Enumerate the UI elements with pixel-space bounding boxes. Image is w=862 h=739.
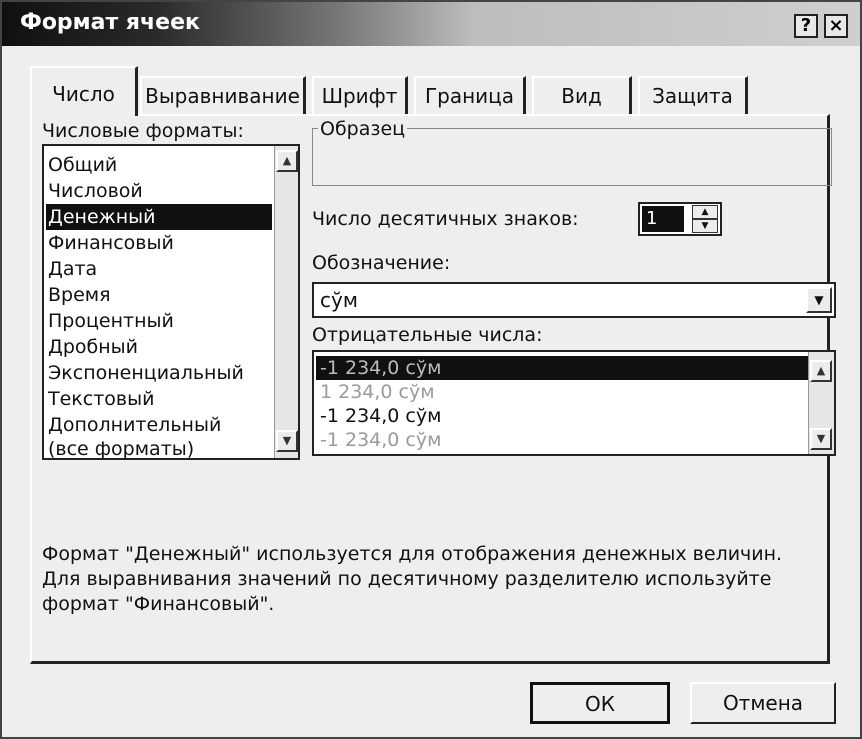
list-item[interactable]: Текстовый [46,386,272,412]
tab-font[interactable]: Шрифт [312,76,408,114]
list-item[interactable]: -1 234,0 сўм [316,428,810,452]
window-title: Формат ячеек [20,10,200,35]
decimal-places-label: Число десятичных знаков: [312,208,579,230]
list-item[interactable]: 1 234,0 сўм [316,380,810,404]
list-item-selected[interactable]: Денежный [46,204,272,230]
symbol-value: сўм [320,288,358,312]
cancel-button[interactable]: Отмена [690,682,836,724]
list-item[interactable]: Общий [46,152,272,178]
sample-label: Образец [318,118,408,140]
scroll-up-icon[interactable]: ▲ [810,360,832,382]
close-button[interactable]: × [824,14,848,38]
chevron-down-icon[interactable]: ▼ [806,287,832,313]
list-item-selected[interactable]: -1 234,0 сўм [316,356,810,380]
list-item[interactable]: Числовой [46,178,272,204]
decrement-icon[interactable]: ▼ [692,219,718,233]
symbol-select[interactable]: сўм ▼ [312,282,836,318]
list-item[interactable]: (все форматы) [46,436,272,458]
list-item[interactable]: Финансовый [46,230,272,256]
list-item[interactable]: -1 234,0 сўм [316,404,810,428]
formats-scrollbar[interactable]: ▲ ▼ [274,146,298,458]
ok-button[interactable]: ОК [530,682,670,724]
list-item[interactable]: Время [46,282,272,308]
tab-number[interactable]: Число [30,66,138,116]
format-cells-dialog: Формат ячеек ? × Число Выравнивание Шриф… [0,0,862,739]
scroll-down-icon[interactable]: ▼ [810,428,832,450]
number-formats-list[interactable]: Общий Числовой Денежный Финансовый Дата … [42,144,300,460]
list-item[interactable]: Дополнительный [46,412,272,438]
tab-protection[interactable]: Защита [638,76,748,114]
tab-strip: Число Выравнивание Шрифт Граница Вид Защ… [30,62,830,116]
title-bar[interactable]: Формат ячеек ? × [2,2,860,46]
number-formats-label: Числовые форматы: [42,120,244,142]
tab-view[interactable]: Вид [532,76,632,114]
list-item[interactable]: Дата [46,256,272,282]
negative-numbers-label: Отрицательные числа: [312,324,543,346]
symbol-label: Обозначение: [312,252,451,274]
increment-icon[interactable]: ▲ [692,205,718,219]
format-description: Формат "Денежный" используется для отобр… [42,543,783,615]
list-item[interactable]: Экспоненциальный [46,360,272,386]
negative-numbers-list[interactable]: -1 234,0 сўм 1 234,0 сўм -1 234,0 сўм -1… [312,350,836,456]
tab-alignment[interactable]: Выравнивание [140,76,306,114]
list-item[interactable]: Дробный [46,334,272,360]
list-item[interactable]: Процентный [46,308,272,334]
decimal-places-value[interactable]: 1 [642,206,684,232]
negative-scrollbar[interactable]: ▲ ▼ [808,352,834,454]
help-button[interactable]: ? [794,14,818,38]
decimal-places-stepper[interactable]: 1 ▲ ▼ [638,202,722,236]
tab-border[interactable]: Граница [414,76,526,114]
scroll-up-icon[interactable]: ▲ [276,150,298,172]
scroll-down-icon[interactable]: ▼ [276,430,298,452]
